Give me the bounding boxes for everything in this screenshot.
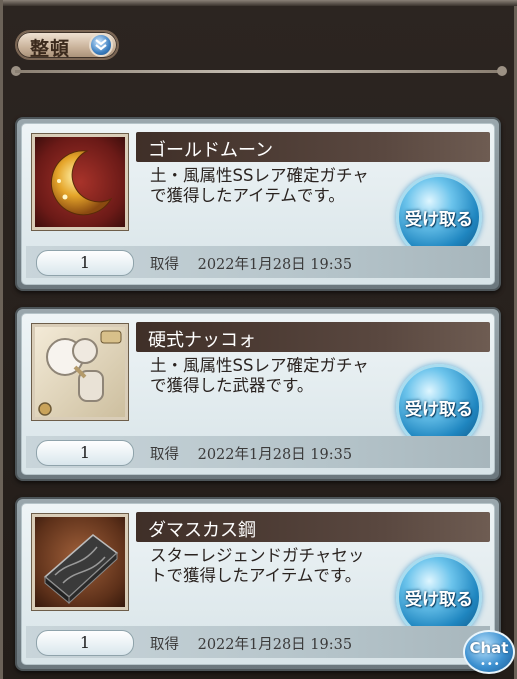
- obtained-label: 取得: [150, 637, 179, 653]
- chat-dots-icon: •••: [480, 659, 501, 670]
- divider: [15, 70, 499, 73]
- receive-button-label: 受け取る: [405, 400, 473, 420]
- item-name: ダマスカス鋼: [148, 520, 256, 541]
- knuckle-weapon-icon: [32, 324, 128, 420]
- item-quantity: 1: [36, 630, 134, 656]
- obtained-date: 2022年1月28日 19:35: [197, 447, 353, 463]
- item-description: 土・風属性SSレア確定ガチャで獲得したアイテムです。: [150, 166, 369, 205]
- obtained-info: 取得 2022年1月28日 19:35: [150, 443, 352, 464]
- gift-item-card: 硬式ナッコォ 土・風属性SSレア確定ガチャで獲得した武器です。 受け取る 1 取…: [15, 307, 501, 481]
- obtained-date: 2022年1月28日 19:35: [197, 637, 353, 653]
- sort-button-label: 整頓: [30, 38, 71, 60]
- chat-button[interactable]: Chat •••: [463, 630, 515, 674]
- gold-moon-icon: [32, 134, 128, 230]
- item-title-bar: ダマスカス鋼: [136, 512, 490, 542]
- item-quantity: 1: [36, 440, 134, 466]
- item-description: 土・風属性SSレア確定ガチャで獲得した武器です。: [150, 356, 369, 395]
- item-description: スターレジェンドガチャセットで獲得したアイテムです。: [150, 546, 365, 585]
- gift-item-card: ダマスカス鋼 スターレジェンドガチャセットで獲得したアイテムです。 受け取る 1…: [15, 497, 501, 671]
- chat-label: Chat: [469, 639, 509, 657]
- item-name: 硬式ナッコォ: [148, 330, 256, 351]
- panel-top-edge: [3, 0, 517, 6]
- item-info-bar: 1 取得 2022年1月28日 19:35: [26, 246, 490, 278]
- card-body: ゴールドムーン 土・風属性SSレア確定ガチャで獲得したアイテムです。 受け取る …: [21, 123, 495, 285]
- obtained-info: 取得 2022年1月28日 19:35: [150, 253, 352, 274]
- item-info-bar: 1 取得 2022年1月28日 19:35: [26, 626, 490, 658]
- item-name: ゴールドムーン: [148, 140, 274, 161]
- divider-cap-right: [497, 66, 507, 76]
- damascus-steel-icon: [32, 514, 128, 610]
- item-title-bar: ゴールドムーン: [136, 132, 490, 162]
- gift-box-panel: 整頓 ゴールドムーン 土・風属性SSレア確定ガチャで獲得したアイテムです。 受け…: [0, 0, 517, 679]
- sort-button[interactable]: 整頓: [15, 30, 119, 60]
- receive-button-label: 受け取る: [405, 210, 473, 230]
- item-info-bar: 1 取得 2022年1月28日 19:35: [26, 436, 490, 468]
- obtained-label: 取得: [150, 257, 179, 273]
- obtained-label: 取得: [150, 447, 179, 463]
- item-quantity: 1: [36, 250, 134, 276]
- card-body: ダマスカス鋼 スターレジェンドガチャセットで獲得したアイテムです。 受け取る 1…: [21, 503, 495, 665]
- gift-item-card: ゴールドムーン 土・風属性SSレア確定ガチャで獲得したアイテムです。 受け取る …: [15, 117, 501, 291]
- item-title-bar: 硬式ナッコォ: [136, 322, 490, 352]
- receive-button-label: 受け取る: [405, 590, 473, 610]
- obtained-info: 取得 2022年1月28日 19:35: [150, 633, 352, 654]
- obtained-date: 2022年1月28日 19:35: [197, 257, 353, 273]
- card-body: 硬式ナッコォ 土・風属性SSレア確定ガチャで獲得した武器です。 受け取る 1 取…: [21, 313, 495, 475]
- double-chevron-down-icon: [89, 33, 113, 57]
